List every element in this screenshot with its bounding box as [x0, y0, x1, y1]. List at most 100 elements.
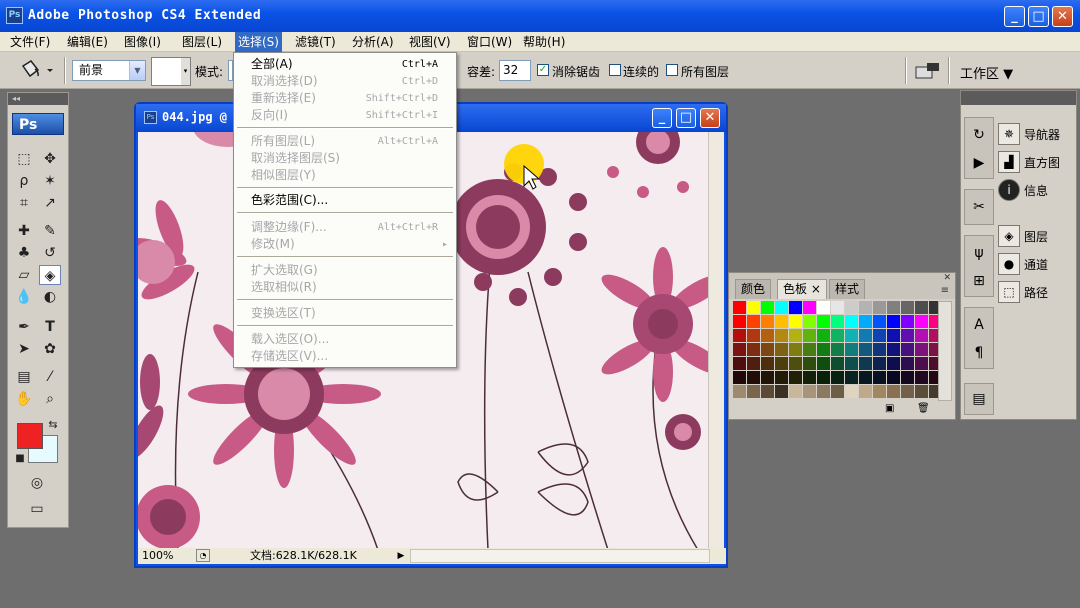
menu-item-refine-edge[interactable]: 调整边缘(F)... Alt+Ctrl+R [234, 219, 456, 236]
menu-view[interactable]: 视图(V) [406, 32, 454, 52]
doc-close-button[interactable]: ✕ [700, 108, 720, 128]
color-swatch[interactable] [789, 385, 802, 398]
color-swatch[interactable] [901, 357, 914, 370]
color-swatch[interactable] [887, 301, 900, 314]
color-swatch[interactable] [859, 301, 872, 314]
pen-tool-icon[interactable]: ✒ [13, 317, 35, 337]
color-swatch[interactable] [859, 315, 872, 328]
crop-tool-icon[interactable]: ⌗ [13, 193, 35, 213]
color-swatch[interactable] [845, 343, 858, 356]
path-selection-tool-icon[interactable]: ➤ [13, 339, 35, 359]
color-swatch[interactable] [845, 371, 858, 384]
color-swatch[interactable] [761, 315, 774, 328]
color-swatch[interactable] [915, 343, 928, 356]
character-icon[interactable]: A [968, 314, 990, 336]
menu-item-color-range[interactable]: 色彩范围(C)... [234, 192, 456, 209]
all-layers-checkbox[interactable] [666, 64, 678, 76]
color-swatch[interactable] [817, 371, 830, 384]
eyedropper-2-tool-icon[interactable]: ⁄ [39, 367, 61, 387]
color-swatch[interactable] [831, 343, 844, 356]
doc-maximize-button[interactable]: □ [676, 108, 696, 128]
color-swatch[interactable] [901, 385, 914, 398]
color-swatch[interactable] [831, 357, 844, 370]
vertical-scrollbar[interactable] [708, 132, 724, 550]
color-swatch[interactable] [733, 357, 746, 370]
color-swatch[interactable] [803, 343, 816, 356]
panel-histogram[interactable]: ▟ 直方图 [996, 149, 1074, 175]
color-swatch[interactable] [873, 371, 886, 384]
panel-menu-icon[interactable]: ≡ [941, 285, 949, 296]
color-swatch[interactable] [761, 371, 774, 384]
menu-item-transform-selection[interactable]: 变换选区(T) [234, 305, 456, 322]
tab-color[interactable]: 颜色 [735, 279, 772, 299]
menu-item-deselect-layers[interactable]: 取消选择图层(S) [234, 150, 456, 167]
color-swatch[interactable] [859, 329, 872, 342]
brush-tool-icon[interactable]: ✎ [39, 221, 61, 241]
history-icon[interactable]: ↻ [968, 124, 990, 146]
color-swatch[interactable] [915, 385, 928, 398]
color-swatch[interactable] [761, 385, 774, 398]
color-swatch[interactable] [733, 329, 746, 342]
menu-help[interactable]: 帮助(H) [520, 32, 568, 52]
color-swatch[interactable] [887, 315, 900, 328]
color-swatch[interactable] [733, 301, 746, 314]
color-swatch[interactable] [845, 385, 858, 398]
tab-styles[interactable]: 样式 [829, 279, 866, 299]
color-swatch[interactable] [761, 329, 774, 342]
menu-analysis[interactable]: 分析(A) [349, 32, 397, 52]
panel-layers[interactable]: ◈ 图层 [996, 223, 1074, 249]
healing-brush-tool-icon[interactable]: ✚ [13, 221, 35, 241]
move-tool-icon[interactable]: ✥ [39, 149, 61, 169]
color-swatch[interactable] [803, 371, 816, 384]
color-swatch[interactable] [831, 301, 844, 314]
menu-item-grow[interactable]: 扩大选取(G) [234, 262, 456, 279]
zoom-tool-icon[interactable]: ⌕ [39, 389, 61, 409]
color-swatch[interactable] [761, 357, 774, 370]
color-swatch[interactable] [817, 301, 830, 314]
color-swatch[interactable] [789, 371, 802, 384]
color-swatch[interactable] [775, 385, 788, 398]
dock-collapse-icon[interactable] [961, 91, 1076, 105]
paint-bucket-tool-preset-icon[interactable] [16, 58, 56, 82]
menu-window[interactable]: 窗口(W) [464, 32, 515, 52]
menu-item-save-selection[interactable]: 存储选区(V)... [234, 348, 456, 365]
screen-mode-icon[interactable]: ▭ [26, 499, 48, 519]
color-swatch[interactable] [789, 343, 802, 356]
type-tool-icon[interactable]: T [39, 317, 61, 337]
status-menu-arrow-icon[interactable]: ▶ [394, 549, 408, 563]
color-swatch[interactable] [747, 357, 760, 370]
color-swatch[interactable] [831, 371, 844, 384]
color-swatch[interactable] [761, 301, 774, 314]
color-swatch[interactable] [733, 343, 746, 356]
color-swatch[interactable] [901, 329, 914, 342]
panel-close-icon[interactable]: ✕ [943, 273, 951, 283]
fill-source-select[interactable]: 前景 ▼ [72, 60, 146, 81]
minimize-button[interactable]: _ [1004, 6, 1025, 27]
color-swatch[interactable] [859, 371, 872, 384]
paragraph-icon[interactable]: ¶ [968, 342, 990, 364]
quick-mask-icon[interactable]: ◎ [26, 473, 48, 493]
color-swatch[interactable] [887, 385, 900, 398]
horizontal-scrollbar[interactable] [410, 549, 710, 563]
color-swatch[interactable] [845, 301, 858, 314]
menu-item-similar-layers[interactable]: 相似图层(Y) [234, 167, 456, 184]
contiguous-checkbox[interactable] [609, 64, 621, 76]
eyedropper-tool-icon[interactable]: ↗ [39, 193, 61, 213]
color-swatch[interactable] [915, 329, 928, 342]
menu-item-all-layers[interactable]: 所有图层(L) Alt+Ctrl+A [234, 133, 456, 150]
clone-source-icon[interactable]: ⊞ [968, 270, 990, 292]
zoom-level[interactable]: 100% [142, 548, 173, 564]
menu-item-select-all[interactable]: 全部(A) Ctrl+A [234, 56, 456, 73]
menu-item-similar[interactable]: 选取相似(R) [234, 279, 456, 296]
color-swatch[interactable] [803, 329, 816, 342]
antialias-checkbox[interactable]: ✓ [537, 64, 549, 76]
maximize-button[interactable]: □ [1028, 6, 1049, 27]
color-swatch[interactable] [803, 385, 816, 398]
panel-paths[interactable]: ⬚ 路径 [996, 279, 1074, 305]
color-swatch[interactable] [831, 329, 844, 342]
color-swatch[interactable] [873, 301, 886, 314]
color-swatch[interactable] [887, 357, 900, 370]
color-swatch[interactable] [761, 343, 774, 356]
menu-item-reselect[interactable]: 重新选择(E) Shift+Ctrl+D [234, 90, 456, 107]
color-swatch[interactable] [775, 301, 788, 314]
